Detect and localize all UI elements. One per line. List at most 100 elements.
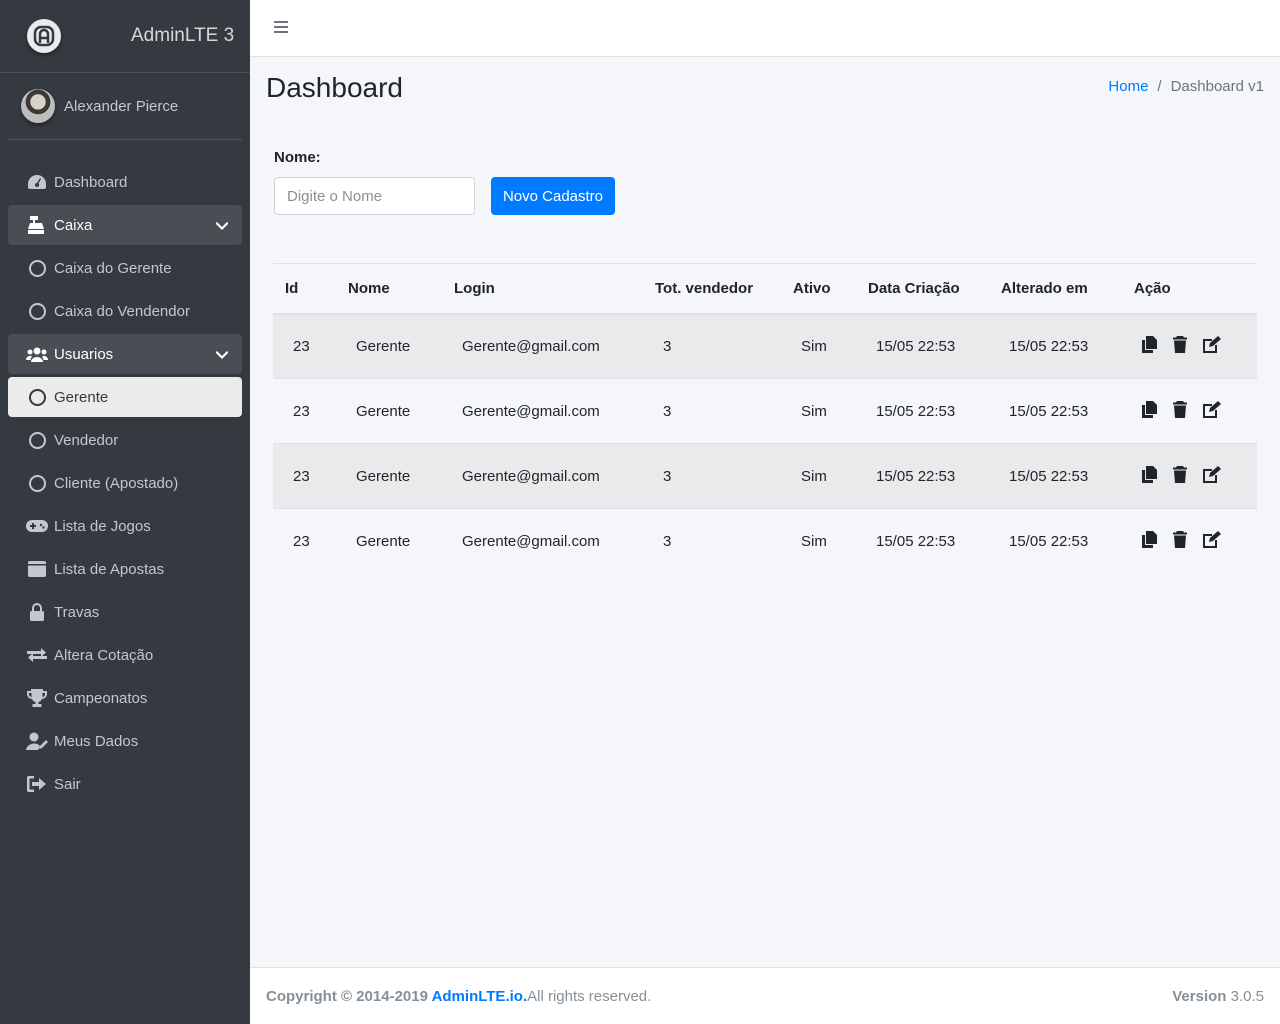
user-name[interactable]: Alexander Pierce [64,98,178,115]
circle-icon [26,301,48,321]
trash-icon[interactable] [1173,465,1188,483]
cell-ativo: Sim [781,378,856,444]
cell-alterado-em: 15/05 22:53 [989,313,1122,379]
sign-out-icon [26,774,48,794]
cell-nome: Gerente [336,508,442,574]
sidebar-item-label: Cliente (Apostado) [54,474,179,492]
copyright: Copyright © 2014-2019 AdminLTE.io.All ri… [266,988,651,1005]
sidebar-item-caixa-do-vendendor[interactable]: Caixa do Vendendor [8,291,242,331]
breadcrumb-home-link[interactable]: Home [1108,78,1148,95]
cell-tot-vendedor: 3 [643,508,781,574]
cell-ativo: Sim [781,443,856,509]
sidebar-item-lista-de-apostas[interactable]: Lista de Apostas [8,549,242,589]
edit-icon[interactable] [1203,465,1222,483]
sidebar-item-altera-cotacao[interactable]: Altera Cotação [8,635,242,675]
sidebar-item-cliente-apostado[interactable]: Cliente (Apostado) [8,463,242,503]
circle-icon [26,258,48,278]
column-header-data-criacao: Data Criação [856,263,989,315]
sidebar-item-label: Caixa do Vendendor [54,302,190,320]
version-info: Version 3.0.5 [1172,988,1264,1005]
sidebar-item-label: Meus Dados [54,732,139,750]
sidebar-item-label: Sair [54,775,81,793]
brand-logo-icon [27,19,61,53]
column-header-alterado-em: Alterado em [989,263,1122,315]
circle-icon [26,387,48,407]
content-header: Dashboard Home / Dashboard v1 [266,72,1264,112]
sidebar-nav: Dashboard Caixa Caixa do Gerente Caixa d… [0,162,250,804]
table-header-row: Id Nome Login Tot. vendedor Ativo Data C… [273,263,1257,315]
breadcrumb-separator: / [1157,78,1162,95]
sidebar-item-label: Campeonatos [54,689,148,707]
copy-icon[interactable] [1142,530,1157,548]
cell-acao [1122,313,1257,379]
sidebar-item-label: Vendedor [54,431,119,449]
cell-acao [1122,508,1257,574]
column-header-nome: Nome [336,263,442,315]
brand-text: AdminLTE 3 [131,25,235,46]
cell-nome: Gerente [336,378,442,444]
sidebar-item-meus-dados[interactable]: Meus Dados [8,721,242,761]
trash-icon[interactable] [1173,400,1188,418]
version-number: 3.0.5 [1230,988,1264,1005]
trash-icon[interactable] [1173,335,1188,353]
users-icon [26,344,48,364]
copy-icon[interactable] [1142,335,1157,353]
sidebar-item-label: Caixa [54,216,93,234]
cell-nome: Gerente [336,313,442,379]
sidebar-item-dashboard[interactable]: Dashboard [8,162,242,202]
cell-data-criacao: 15/05 22:53 [856,443,989,509]
breadcrumb-current: Dashboard v1 [1170,78,1264,95]
sidebar-item-lista-de-jogos[interactable]: Lista de Jogos [8,506,242,546]
cell-tot-vendedor: 3 [643,378,781,444]
novo-cadastro-button[interactable]: Novo Cadastro [491,177,615,215]
hamburger-menu-icon[interactable] [274,21,288,35]
edit-icon[interactable] [1203,335,1222,353]
avatar [21,89,55,123]
sidebar-item-sair[interactable]: Sair [8,764,242,804]
sidebar-item-usuarios[interactable]: Usuarios [8,334,242,374]
cell-alterado-em: 15/05 22:53 [989,378,1122,444]
sidebar-item-gerente[interactable]: Gerente [8,377,242,417]
cell-login: Gerente@gmail.com [442,443,643,509]
sidebar-item-caixa-do-gerente[interactable]: Caixa do Gerente [8,248,242,288]
table-row: 23 Gerente Gerente@gmail.com 3 Sim 15/05… [273,443,1257,509]
cell-data-criacao: 15/05 22:53 [856,313,989,379]
cell-data-criacao: 15/05 22:53 [856,508,989,574]
cell-login: Gerente@gmail.com [442,378,643,444]
table-row: 23 Gerente Gerente@gmail.com 3 Sim 15/05… [273,508,1257,574]
sidebar-item-label: Dashboard [54,173,128,191]
cell-id: 23 [273,313,336,379]
cell-nome: Gerente [336,443,442,509]
table-row: 23 Gerente Gerente@gmail.com 3 Sim 15/05… [273,313,1257,379]
sidebar-item-label: Caixa do Gerente [54,259,172,277]
column-header-acao: Ação [1122,263,1257,315]
edit-icon[interactable] [1203,400,1222,418]
cell-login: Gerente@gmail.com [442,313,643,379]
main-footer: Copyright © 2014-2019 AdminLTE.io.All ri… [250,967,1280,1024]
copy-icon[interactable] [1142,400,1157,418]
dashboard-gauge-icon [26,172,48,192]
column-header-ativo: Ativo [781,263,856,315]
sidebar-item-campeonatos[interactable]: Campeonatos [8,678,242,718]
cell-login: Gerente@gmail.com [442,508,643,574]
name-input[interactable] [274,177,475,215]
copy-icon[interactable] [1142,465,1157,483]
adminlte-link[interactable]: AdminLTE.io. [432,988,528,1005]
trash-icon[interactable] [1173,530,1188,548]
edit-icon[interactable] [1203,530,1222,548]
top-navbar [250,0,1280,57]
gamepad-icon [26,516,48,536]
cell-ativo: Sim [781,508,856,574]
lock-icon [26,602,48,622]
sidebar-item-vendedor[interactable]: Vendedor [8,420,242,460]
chevron-down-icon [215,347,229,364]
brand-link[interactable]: AdminLTE 3 [0,0,250,73]
sidebar-item-caixa[interactable]: Caixa [8,205,242,245]
sidebar-item-label: Travas [54,603,100,621]
column-header-id: Id [273,263,336,315]
sidebar-item-travas[interactable]: Travas [8,592,242,632]
user-panel[interactable]: Alexander Pierce [8,73,242,140]
rights-text: All rights reserved. [527,988,652,1005]
cell-id: 23 [273,443,336,509]
cash-register-icon [26,215,48,235]
